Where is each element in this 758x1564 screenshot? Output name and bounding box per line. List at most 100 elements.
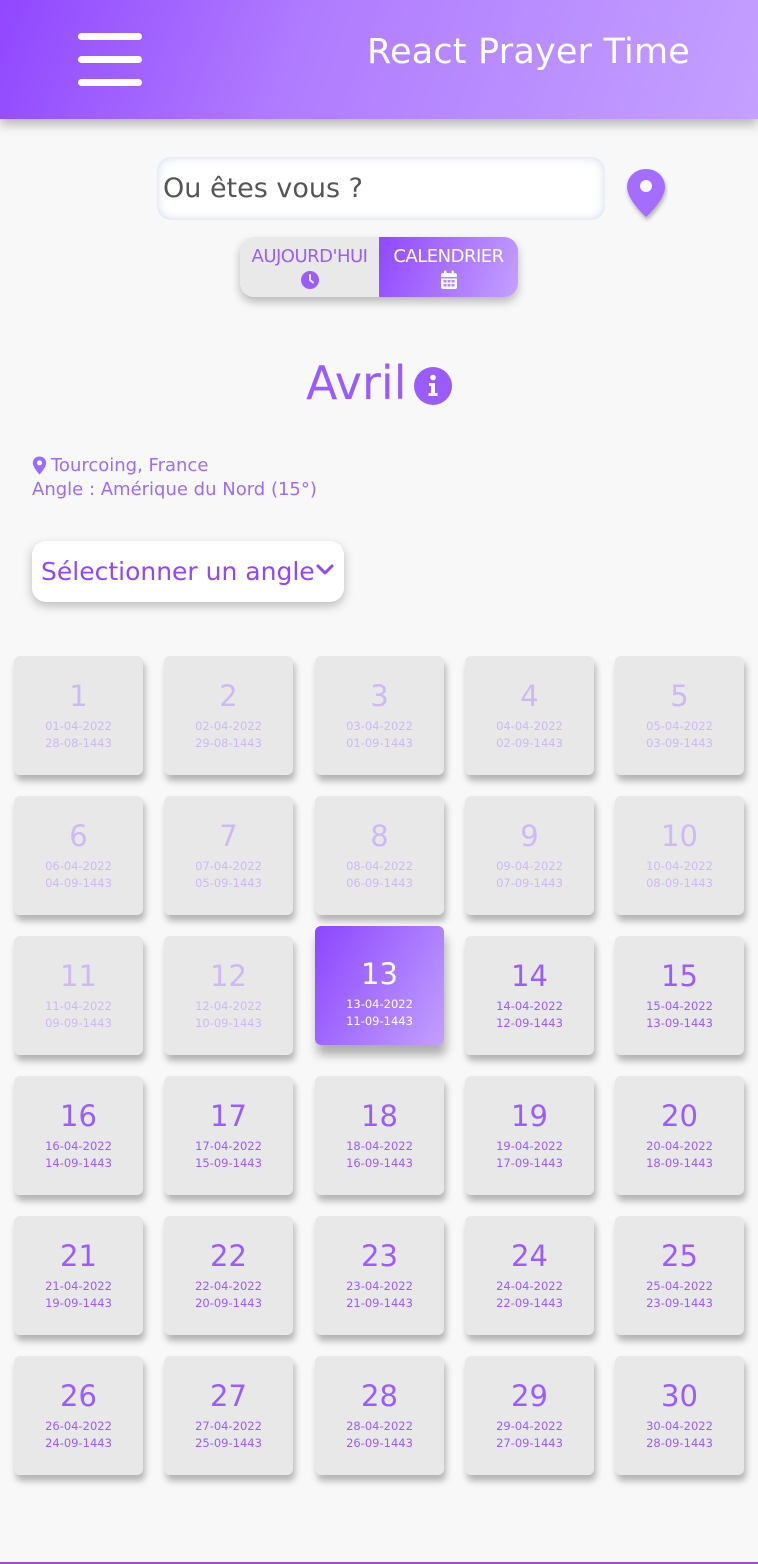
calendar-day[interactable]: 6 06-04-2022 04-09-1443 — [14, 796, 143, 915]
hijri-date: 08-09-1443 — [646, 876, 713, 890]
hijri-date: 15-09-1443 — [195, 1156, 262, 1170]
gregorian-date: 21-04-2022 — [45, 1279, 112, 1293]
hijri-date: 18-09-1443 — [646, 1156, 713, 1170]
location-info: Tourcoing, France — [32, 455, 208, 476]
gregorian-date: 28-04-2022 — [346, 1419, 413, 1433]
gregorian-date: 13-04-2022 — [346, 997, 413, 1011]
gregorian-date: 26-04-2022 — [45, 1419, 112, 1433]
hijri-date: 06-09-1443 — [346, 876, 413, 890]
calendar-day[interactable]: 17 17-04-2022 15-09-1443 — [164, 1076, 293, 1195]
day-number: 2 — [219, 679, 238, 713]
calendar-day[interactable]: 1 01-04-2022 28-08-1443 — [14, 656, 143, 775]
hijri-date: 24-09-1443 — [45, 1436, 112, 1450]
hijri-date: 20-09-1443 — [195, 1296, 262, 1310]
gregorian-date: 03-04-2022 — [346, 719, 413, 733]
calendar-day[interactable]: 10 10-04-2022 08-09-1443 — [615, 796, 744, 915]
calendar-day[interactable]: 22 22-04-2022 20-09-1443 — [164, 1216, 293, 1335]
calendar-day[interactable]: 19 19-04-2022 17-09-1443 — [465, 1076, 594, 1195]
calendar-day[interactable]: 29 29-04-2022 27-09-1443 — [465, 1356, 594, 1475]
hijri-date: 07-09-1443 — [496, 876, 563, 890]
gregorian-date: 15-04-2022 — [646, 999, 713, 1013]
calendar-day[interactable]: 28 28-04-2022 26-09-1443 — [315, 1356, 444, 1475]
gregorian-date: 01-04-2022 — [45, 719, 112, 733]
map-pin-icon — [32, 456, 47, 475]
calendar-tab-button[interactable]: CALENDRIER — [379, 237, 518, 297]
day-number: 30 — [661, 1379, 698, 1413]
day-number: 13 — [361, 957, 398, 991]
hijri-date: 02-09-1443 — [496, 736, 563, 750]
calendar-icon — [440, 270, 457, 289]
calendar-day[interactable]: 14 14-04-2022 12-09-1443 — [465, 936, 594, 1055]
day-number: 17 — [210, 1099, 247, 1133]
gregorian-date: 14-04-2022 — [496, 999, 563, 1013]
calendar-day[interactable]: 7 07-04-2022 05-09-1443 — [164, 796, 293, 915]
gregorian-date: 30-04-2022 — [646, 1419, 713, 1433]
day-number: 21 — [60, 1239, 97, 1273]
calendar-day[interactable]: 25 25-04-2022 23-09-1443 — [615, 1216, 744, 1335]
gregorian-date: 11-04-2022 — [45, 999, 112, 1013]
gregorian-date: 09-04-2022 — [496, 859, 563, 873]
day-number: 26 — [60, 1379, 97, 1413]
app-title: React Prayer Time — [367, 32, 690, 72]
calendar-day[interactable]: 18 18-04-2022 16-09-1443 — [315, 1076, 444, 1195]
hijri-date: 04-09-1443 — [45, 876, 112, 890]
view-mode-toggle: AUJOURD'HUI CALENDRIER — [240, 237, 518, 297]
calendar-day[interactable]: 24 24-04-2022 22-09-1443 — [465, 1216, 594, 1335]
hamburger-menu-icon[interactable] — [78, 33, 142, 87]
gregorian-date: 04-04-2022 — [496, 719, 563, 733]
hijri-date: 27-09-1443 — [496, 1436, 563, 1450]
hijri-date: 21-09-1443 — [346, 1296, 413, 1310]
hijri-date: 28-09-1443 — [646, 1436, 713, 1450]
calendar-day[interactable]: 23 23-04-2022 21-09-1443 — [315, 1216, 444, 1335]
calendar-day[interactable]: 11 11-04-2022 09-09-1443 — [14, 936, 143, 1055]
day-number: 29 — [511, 1379, 548, 1413]
gregorian-date: 24-04-2022 — [496, 1279, 563, 1293]
day-number: 19 — [511, 1099, 548, 1133]
day-number: 15 — [661, 959, 698, 993]
calendar-day[interactable]: 21 21-04-2022 19-09-1443 — [14, 1216, 143, 1335]
map-pin-icon[interactable] — [624, 167, 668, 221]
calendar-day[interactable]: 8 08-04-2022 06-09-1443 — [315, 796, 444, 915]
calendar-day[interactable]: 2 02-04-2022 29-08-1443 — [164, 656, 293, 775]
hijri-date: 23-09-1443 — [646, 1296, 713, 1310]
day-number: 28 — [361, 1379, 398, 1413]
location-search-input[interactable] — [157, 157, 605, 220]
calendar-day[interactable]: 26 26-04-2022 24-09-1443 — [14, 1356, 143, 1475]
hijri-date: 16-09-1443 — [346, 1156, 413, 1170]
day-number: 1 — [69, 679, 88, 713]
calendar-day[interactable]: 5 05-04-2022 03-09-1443 — [615, 656, 744, 775]
angle-info: Angle : Amérique du Nord (15°) — [32, 479, 317, 500]
calendar-day-today[interactable]: 13 13-04-2022 11-09-1443 — [315, 926, 444, 1045]
gregorian-date: 06-04-2022 — [45, 859, 112, 873]
day-number: 9 — [520, 819, 539, 853]
hijri-date: 09-09-1443 — [45, 1016, 112, 1030]
day-number: 20 — [661, 1099, 698, 1133]
calendar-day[interactable]: 30 30-04-2022 28-09-1443 — [615, 1356, 744, 1475]
calendar-day[interactable]: 16 16-04-2022 14-09-1443 — [14, 1076, 143, 1195]
calendar-day[interactable]: 20 20-04-2022 18-09-1443 — [615, 1076, 744, 1195]
info-icon[interactable] — [413, 366, 453, 406]
hijri-date: 17-09-1443 — [496, 1156, 563, 1170]
gregorian-date: 12-04-2022 — [195, 999, 262, 1013]
location-label: Tourcoing, France — [51, 455, 209, 476]
day-number: 25 — [661, 1239, 698, 1273]
calendar-day[interactable]: 12 12-04-2022 10-09-1443 — [164, 936, 293, 1055]
calendar-day[interactable]: 27 27-04-2022 25-09-1443 — [164, 1356, 293, 1475]
hijri-date: 22-09-1443 — [496, 1296, 563, 1310]
calendar-day[interactable]: 4 04-04-2022 02-09-1443 — [465, 656, 594, 775]
gregorian-date: 02-04-2022 — [195, 719, 262, 733]
calendar-day[interactable]: 3 03-04-2022 01-09-1443 — [315, 656, 444, 775]
today-tab-button[interactable]: AUJOURD'HUI — [240, 237, 379, 297]
angle-select[interactable]: Sélectionner un angle — [32, 541, 344, 602]
gregorian-date: 25-04-2022 — [646, 1279, 713, 1293]
day-number: 8 — [370, 819, 389, 853]
hijri-date: 28-08-1443 — [45, 736, 112, 750]
calendar-day[interactable]: 9 09-04-2022 07-09-1443 — [465, 796, 594, 915]
calendar-day[interactable]: 15 15-04-2022 13-09-1443 — [615, 936, 744, 1055]
hijri-date: 14-09-1443 — [45, 1156, 112, 1170]
hijri-date: 10-09-1443 — [195, 1016, 262, 1030]
day-number: 22 — [210, 1239, 247, 1273]
today-tab-label: AUJOURD'HUI — [251, 246, 368, 267]
hijri-date: 29-08-1443 — [195, 736, 262, 750]
hijri-date: 12-09-1443 — [496, 1016, 563, 1030]
